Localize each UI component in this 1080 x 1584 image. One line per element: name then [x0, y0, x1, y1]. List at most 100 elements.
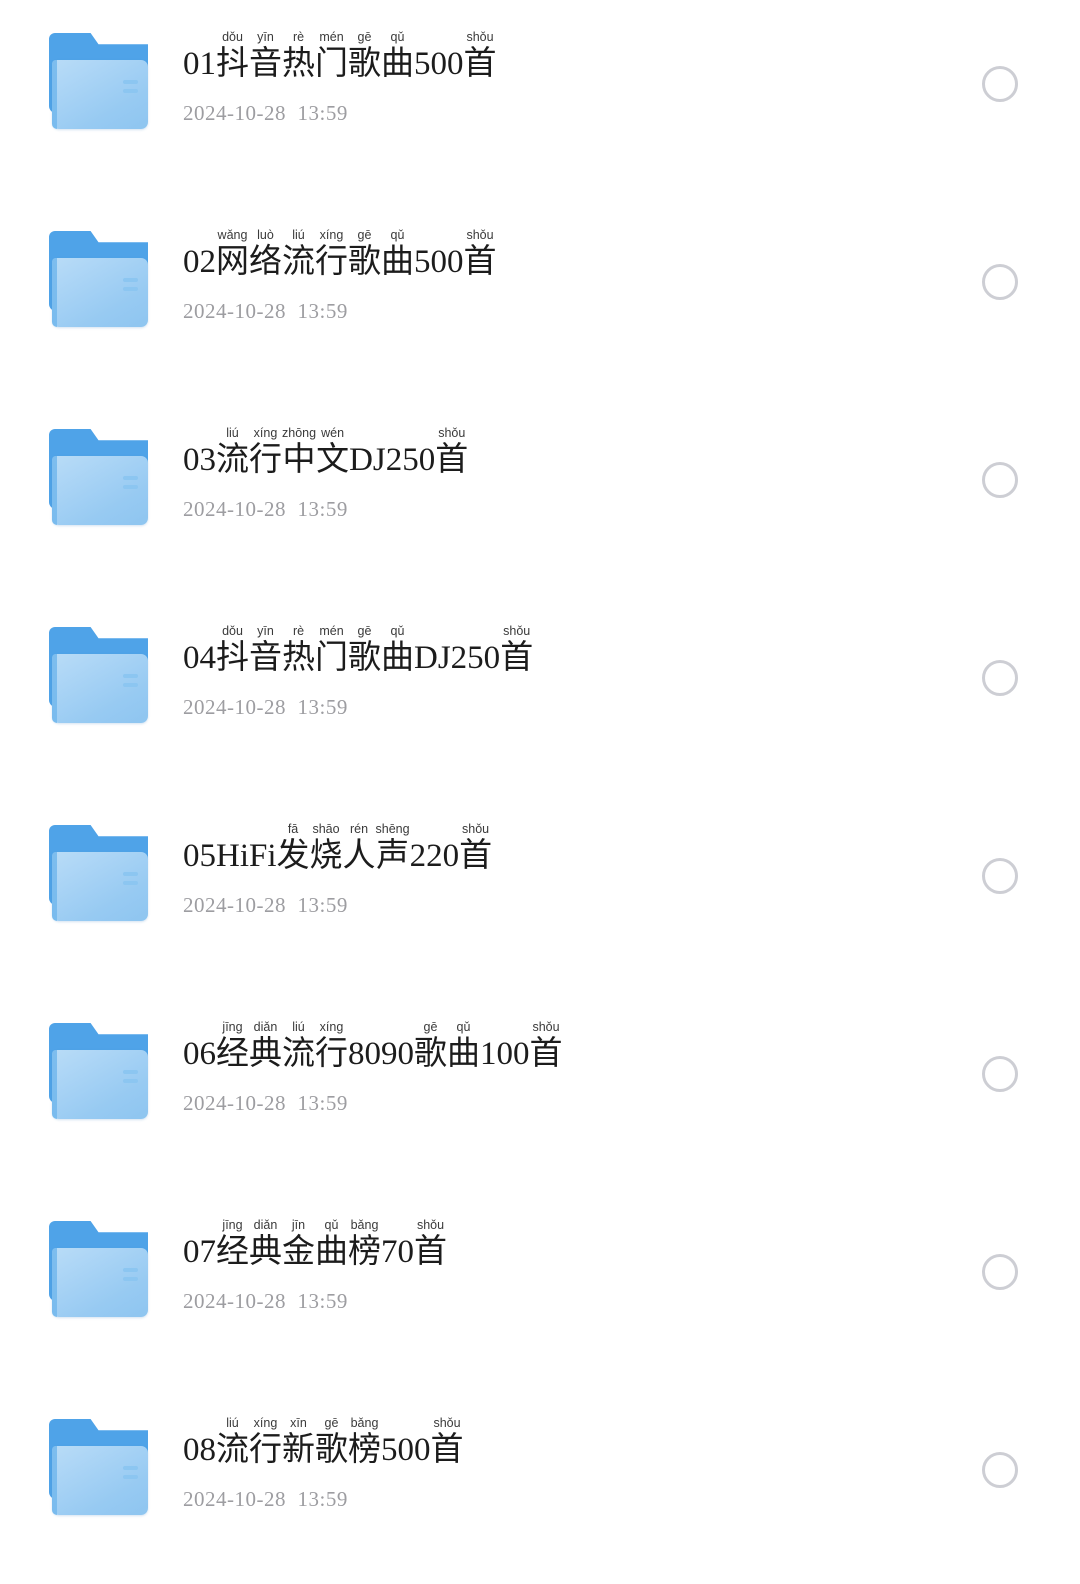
title-char: 08 — [183, 1432, 216, 1468]
pinyin-annotation: shǒu — [462, 822, 490, 836]
title-char: 05HiFi — [183, 838, 277, 874]
ruby-unit: diǎn 典 — [249, 1020, 282, 1073]
select-checkbox[interactable] — [982, 264, 1018, 300]
title-char: DJ250 — [349, 442, 436, 478]
pinyin-annotation: xíng — [319, 228, 344, 242]
select-checkbox[interactable] — [982, 1452, 1018, 1488]
ruby-unit: bǎng 榜 — [348, 1416, 381, 1469]
ruby-unit: xīn 新 — [282, 1416, 315, 1469]
folder-edge — [52, 1248, 57, 1317]
title-char: 经 — [216, 1234, 249, 1270]
title-char: 音 — [249, 46, 282, 82]
select-checkbox[interactable] — [982, 66, 1018, 102]
title-char: 曲 — [381, 46, 414, 82]
ruby-unit: liú 流 — [216, 1416, 249, 1469]
folder-icon — [49, 825, 148, 921]
title-char: 典 — [249, 1036, 282, 1072]
file-date: 2024-10-28 13:59 — [183, 101, 348, 125]
folder-edge — [52, 1446, 57, 1515]
file-row[interactable]: 05HiFi fā 发 shāo 烧 rén 人 shēng 声 220 shǒu 首 2024-10-… — [0, 792, 1080, 990]
file-row[interactable]: 08 liú 流 xíng 行 xīn 新 gē 歌 bǎng 榜 500 shǒu 首 2024-10-2… — [0, 1386, 1080, 1584]
select-checkbox[interactable] — [982, 858, 1018, 894]
folder-mark-line — [123, 881, 138, 885]
pinyin-annotation: gē — [357, 30, 372, 44]
folder-body — [52, 60, 148, 129]
pinyin-annotation: shāo — [312, 822, 340, 836]
ruby-unit: fā 发 — [277, 822, 310, 875]
ruby-unit: rén 人 — [343, 822, 376, 875]
title-char: 曲 — [381, 640, 414, 676]
file-row[interactable]: 07 jīng 经 diǎn 典 jīn 金 qǔ 曲 bǎng 榜 70 shǒu 首 2024-10-2… — [0, 1188, 1080, 1386]
file-row[interactable]: 01 dǒu 抖 yīn 音 rè 热 mén 门 gē 歌 qǔ 曲 500 shǒu 首 2024-10-2… — [0, 0, 1080, 198]
title-char: 发 — [276, 838, 310, 874]
pinyin-annotation: mén — [319, 30, 344, 44]
title-char: 首 — [435, 442, 469, 478]
ruby-unit: 100 — [480, 1020, 530, 1073]
ruby-unit: 8090 — [348, 1020, 414, 1073]
title-char: 220 — [409, 838, 460, 874]
file-row[interactable]: 04 dǒu 抖 yīn 音 rè 热 mén 门 gē 歌 qǔ 曲 DJ250 shǒu 首 2024-10… — [0, 594, 1080, 792]
ruby-unit: 06 — [183, 1020, 216, 1073]
ruby-unit: luò 络 — [249, 228, 282, 281]
file-text-block: 05HiFi fā 发 shāo 烧 rén 人 shēng 声 220 shǒu 首 2024-10-… — [183, 822, 492, 918]
ruby-unit: 04 — [183, 624, 216, 677]
select-checkbox[interactable] — [982, 462, 1018, 498]
file-text-block: 08 liú 流 xíng 行 xīn 新 gē 歌 bǎng 榜 500 shǒu 首 2024-10-2… — [183, 1416, 464, 1512]
title-char: 行 — [249, 442, 282, 478]
file-title: 04 dǒu 抖 yīn 音 rè 热 mén 门 gē 歌 qǔ 曲 DJ250 shǒu 首 — [183, 624, 533, 677]
title-char: 首 — [414, 1234, 447, 1270]
folder-mark-line — [123, 674, 138, 678]
title-char: 新 — [282, 1432, 315, 1468]
file-title: 05HiFi fā 发 shāo 烧 rén 人 shēng 声 220 shǒu 首 — [183, 822, 492, 875]
title-char: 70 — [381, 1234, 414, 1270]
title-char: 曲 — [381, 244, 414, 280]
select-checkbox[interactable] — [982, 1056, 1018, 1092]
ruby-unit: xíng 行 — [249, 1416, 282, 1469]
title-char: 烧 — [309, 838, 343, 874]
ruby-unit: rè 热 — [282, 30, 315, 83]
file-date: 2024-10-28 13:59 — [183, 893, 348, 917]
ruby-unit: 01 — [183, 30, 216, 83]
folder-icon — [49, 627, 148, 723]
pinyin-annotation: liú — [292, 228, 305, 242]
file-title: 01 dǒu 抖 yīn 音 rè 热 mén 门 gē 歌 qǔ 曲 500 shǒu 首 — [183, 30, 497, 83]
select-checkbox[interactable] — [982, 1254, 1018, 1290]
pinyin-annotation: qǔ — [390, 228, 405, 242]
ruby-unit: gē 歌 — [348, 228, 381, 281]
file-text-block: 04 dǒu 抖 yīn 音 rè 热 mén 门 gē 歌 qǔ 曲 DJ250 shǒu 首 2024-10… — [183, 624, 533, 720]
folder-edge — [52, 852, 57, 921]
title-char: 500 — [381, 1432, 431, 1468]
title-char: 8090 — [348, 1036, 414, 1072]
ruby-unit: DJ250 — [414, 624, 500, 677]
pinyin-annotation: diǎn — [253, 1020, 278, 1034]
ruby-unit: 05HiFi — [183, 822, 277, 875]
pinyin-annotation: shǒu — [416, 1218, 445, 1232]
pinyin-annotation: mén — [319, 624, 344, 638]
folder-body — [52, 654, 148, 723]
pinyin-annotation: rén — [349, 822, 369, 836]
pinyin-annotation: rè — [292, 30, 305, 44]
title-char: 抖 — [216, 640, 249, 676]
folder-body — [52, 456, 148, 525]
pinyin-annotation: shǒu — [503, 624, 531, 638]
ruby-unit: shǒu 首 — [435, 426, 468, 479]
file-title: 07 jīng 经 diǎn 典 jīn 金 qǔ 曲 bǎng 榜 70 shǒu 首 — [183, 1218, 447, 1271]
folder-mark-line — [123, 80, 138, 84]
ruby-unit: gē 歌 — [348, 624, 381, 677]
file-row[interactable]: 06 jīng 经 diǎn 典 liú 流 xíng 行 8090 gē 歌 qǔ 曲 100 shǒu 首 2… — [0, 990, 1080, 1188]
file-list: 01 dǒu 抖 yīn 音 rè 热 mén 门 gē 歌 qǔ 曲 500 shǒu 首 2024-10-2… — [0, 0, 1080, 1544]
ruby-unit: wén 文 — [316, 426, 349, 479]
pinyin-annotation: yīn — [257, 30, 274, 44]
file-row[interactable]: 03 liú 流 xíng 行 zhōng 中 wén 文 DJ250 shǒu 首 2024-10-2… — [0, 396, 1080, 594]
pinyin-annotation: bǎng — [350, 1218, 379, 1232]
title-char: 100 — [480, 1036, 530, 1072]
folder-mark-line — [123, 683, 138, 687]
select-checkbox[interactable] — [982, 660, 1018, 696]
folder-mark-line — [123, 1277, 138, 1281]
pinyin-annotation: diǎn — [253, 1218, 278, 1232]
title-char: 首 — [463, 46, 497, 82]
ruby-unit: 03 — [183, 426, 216, 479]
file-row[interactable]: 02 wǎng 网 luò 络 liú 流 xíng 行 gē 歌 qǔ 曲 500 shǒu 首 2024-1… — [0, 198, 1080, 396]
title-char: 歌 — [348, 46, 381, 82]
title-char: 音 — [249, 640, 282, 676]
